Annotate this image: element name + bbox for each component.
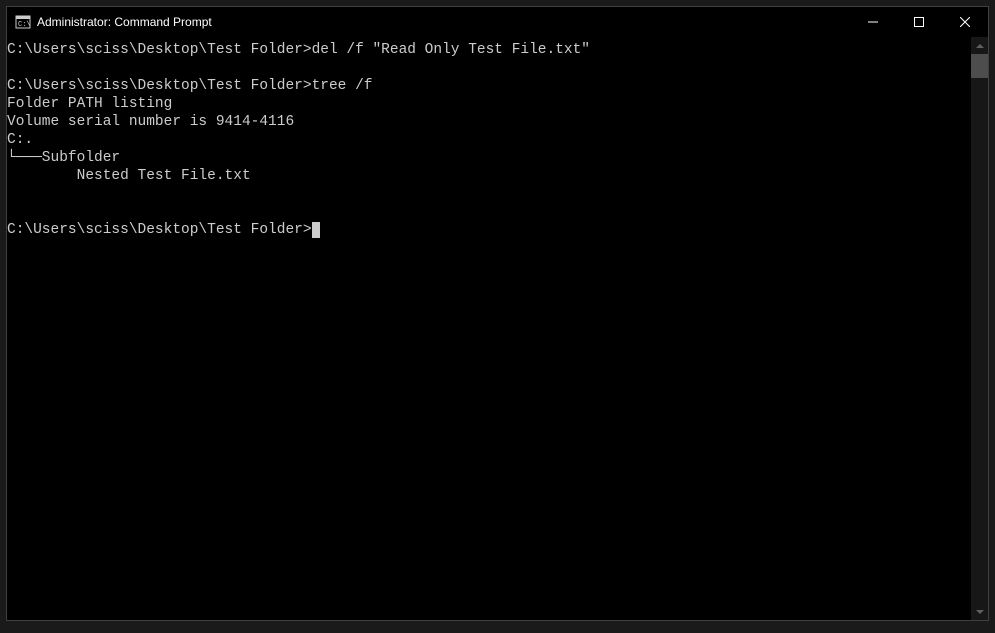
terminal-line: Volume serial number is 9414-4116 xyxy=(7,113,971,131)
terminal-line xyxy=(7,185,971,203)
window-controls xyxy=(850,7,988,37)
prompt: C:\Users\sciss\Desktop\Test Folder> xyxy=(7,78,312,94)
scrollbar[interactable] xyxy=(971,37,988,620)
terminal-line: Nested Test File.txt xyxy=(7,167,971,185)
prompt: C:\Users\sciss\Desktop\Test Folder> xyxy=(7,222,312,238)
terminal-line: C:\Users\sciss\Desktop\Test Folder>del /… xyxy=(7,41,971,59)
scroll-up-arrow[interactable] xyxy=(971,37,988,54)
titlebar[interactable]: C:\ Administrator: Command Prompt xyxy=(7,7,988,37)
maximize-button[interactable] xyxy=(896,7,942,37)
svg-text:C:\: C:\ xyxy=(18,21,31,29)
terminal-line xyxy=(7,203,971,221)
terminal-content[interactable]: C:\Users\sciss\Desktop\Test Folder>del /… xyxy=(7,37,971,620)
close-button[interactable] xyxy=(942,7,988,37)
terminal-line: C:\Users\sciss\Desktop\Test Folder>tree … xyxy=(7,77,971,95)
command-text: del /f "Read Only Test File.txt" xyxy=(312,42,590,58)
command-prompt-window: C:\ Administrator: Command Prompt C:\Use… xyxy=(6,6,989,621)
terminal-body: C:\Users\sciss\Desktop\Test Folder>del /… xyxy=(7,37,988,620)
terminal-line xyxy=(7,59,971,77)
cursor xyxy=(312,222,320,238)
terminal-line: C:\Users\sciss\Desktop\Test Folder> xyxy=(7,221,971,239)
window-title: Administrator: Command Prompt xyxy=(37,15,850,29)
scroll-down-arrow[interactable] xyxy=(971,603,988,620)
terminal-line: Folder PATH listing xyxy=(7,95,971,113)
command-text: tree /f xyxy=(312,78,373,94)
app-icon: C:\ xyxy=(15,14,31,30)
minimize-button[interactable] xyxy=(850,7,896,37)
terminal-line: C:. xyxy=(7,131,971,149)
terminal-line: └───Subfolder xyxy=(7,149,971,167)
prompt: C:\Users\sciss\Desktop\Test Folder> xyxy=(7,42,312,58)
scrollbar-thumb[interactable] xyxy=(971,54,988,78)
